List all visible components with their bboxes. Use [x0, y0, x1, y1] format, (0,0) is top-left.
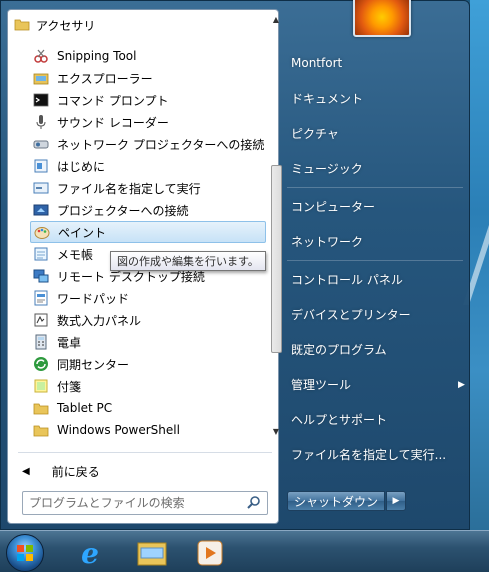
program-label: Snipping Tool	[57, 49, 137, 63]
scroll-down-arrow-icon[interactable]: ▼	[270, 424, 282, 438]
program-label: プロジェクターへの接続	[57, 203, 189, 218]
back-arrow-icon: ◀	[22, 465, 30, 477]
program-list: アクセサリ Snipping Tool エクスプローラー コマンド プロンプト	[8, 10, 268, 442]
right-item-devices-printers[interactable]: デバイスとプリンター	[291, 302, 461, 326]
folder-label: Windows PowerShell	[57, 423, 180, 437]
getting-started-icon	[33, 158, 49, 174]
notepad-icon	[33, 246, 49, 262]
program-snipping-tool[interactable]: Snipping Tool	[30, 45, 266, 67]
back-button[interactable]: ◀ 前に戻る	[18, 460, 258, 482]
divider	[18, 452, 272, 453]
program-wordpad[interactable]: ワードパッド	[30, 287, 266, 309]
start-menu: アクセサリ Snipping Tool エクスプローラー コマンド プロンプト	[0, 0, 470, 530]
explorer-icon[interactable]	[128, 535, 176, 571]
program-command-prompt[interactable]: コマンド プロンプト	[30, 89, 266, 111]
sticky-notes-icon	[33, 378, 49, 394]
program-label: サウンド レコーダー	[57, 115, 169, 130]
program-label: コマンド プロンプト	[57, 93, 169, 108]
program-label: メモ帳	[57, 247, 94, 262]
program-label: エクスプローラー	[57, 71, 153, 86]
media-player-icon[interactable]	[186, 535, 234, 571]
math-input-icon	[33, 312, 49, 328]
search-box[interactable]	[22, 491, 268, 515]
program-tooltip: 図の作成や編集を行います。	[110, 251, 266, 271]
start-orb-icon[interactable]	[6, 534, 44, 572]
projector-icon	[33, 202, 49, 218]
program-label: 付箋	[57, 379, 82, 394]
divider	[287, 187, 463, 188]
program-label: 数式入力パネル	[57, 313, 142, 328]
right-item-pictures[interactable]: ピクチャ	[291, 121, 461, 145]
program-sync-center[interactable]: 同期センター	[30, 353, 266, 375]
right-item-music[interactable]: ミュージック	[291, 156, 461, 180]
command-prompt-icon	[33, 92, 49, 108]
paint-icon	[34, 224, 50, 240]
wordpad-icon	[33, 290, 49, 306]
right-item-admin-tools[interactable]: 管理ツール	[291, 372, 461, 396]
remote-desktop-icon	[33, 268, 49, 284]
back-label: 前に戻る	[51, 464, 100, 479]
network-projector-icon	[33, 136, 49, 152]
program-getting-started[interactable]: はじめに	[30, 155, 266, 177]
program-label: ファイル名を指定して実行	[57, 181, 201, 196]
sync-center-icon	[33, 356, 49, 372]
snipping-tool-icon	[33, 48, 49, 64]
right-item-network[interactable]: ネットワーク	[291, 229, 461, 253]
program-label: はじめに	[57, 159, 106, 174]
program-calculator[interactable]: 電卓	[30, 331, 266, 353]
folder-label: Tablet PC	[57, 401, 113, 415]
folder-label: アクセサリ	[36, 18, 96, 33]
program-label: ペイント	[58, 225, 107, 240]
folder-windows-powershell[interactable]: Windows PowerShell	[30, 419, 266, 441]
folder-icon	[33, 422, 49, 438]
search-input[interactable]	[29, 496, 229, 510]
program-label: 電卓	[57, 335, 82, 350]
taskbar: e	[0, 530, 489, 572]
program-label: ワードパッド	[57, 291, 130, 306]
internet-explorer-icon[interactable]: e	[66, 535, 114, 571]
submenu-arrow-icon: ▶	[458, 380, 465, 390]
search-icon[interactable]	[247, 494, 261, 513]
program-list-scrollbar[interactable]: ▲ ▼	[268, 10, 285, 442]
program-sticky-notes[interactable]: 付箋	[30, 375, 266, 397]
right-item-run[interactable]: ファイル名を指定して実行...	[291, 442, 461, 466]
folder-open-icon	[14, 16, 30, 35]
program-paint[interactable]: ペイント	[30, 221, 266, 243]
program-explorer[interactable]: エクスプローラー	[30, 67, 266, 89]
folder-tablet-pc[interactable]: Tablet PC	[30, 397, 266, 419]
shutdown-options-arrow-icon[interactable]: ▶	[386, 491, 406, 511]
right-item-help-support[interactable]: ヘルプとサポート	[291, 407, 461, 431]
program-run[interactable]: ファイル名を指定して実行	[30, 177, 266, 199]
scroll-up-arrow-icon[interactable]: ▲	[270, 12, 282, 26]
shutdown-button[interactable]: シャットダウン	[287, 491, 385, 511]
program-sound-recorder[interactable]: サウンド レコーダー	[30, 111, 266, 133]
right-item-control-panel[interactable]: コントロール パネル	[291, 267, 461, 291]
folder-accessories[interactable]: アクセサリ	[10, 14, 266, 36]
program-projector[interactable]: プロジェクターへの接続	[30, 199, 266, 221]
divider	[287, 260, 463, 261]
folder-icon	[33, 400, 49, 416]
calculator-icon	[33, 334, 49, 350]
right-item-user[interactable]: Montfort	[291, 51, 461, 75]
right-item-default-programs[interactable]: 既定のプログラム	[291, 337, 461, 361]
user-avatar[interactable]	[353, 0, 411, 37]
program-network-projector[interactable]: ネットワーク プロジェクターへの接続	[30, 133, 266, 155]
run-icon	[33, 180, 49, 196]
right-item-documents[interactable]: ドキュメント	[291, 86, 461, 110]
program-math-input-panel[interactable]: 数式入力パネル	[30, 309, 266, 331]
scroll-thumb[interactable]	[271, 165, 282, 353]
microphone-icon	[33, 114, 49, 130]
desktop-background	[470, 0, 489, 530]
program-label: ネットワーク プロジェクターへの接続	[57, 137, 265, 152]
explorer-folder-icon	[33, 70, 49, 86]
right-item-computer[interactable]: コンピューター	[291, 194, 461, 218]
program-label: 同期センター	[57, 357, 130, 372]
all-programs-panel: アクセサリ Snipping Tool エクスプローラー コマンド プロンプト	[7, 9, 282, 524]
